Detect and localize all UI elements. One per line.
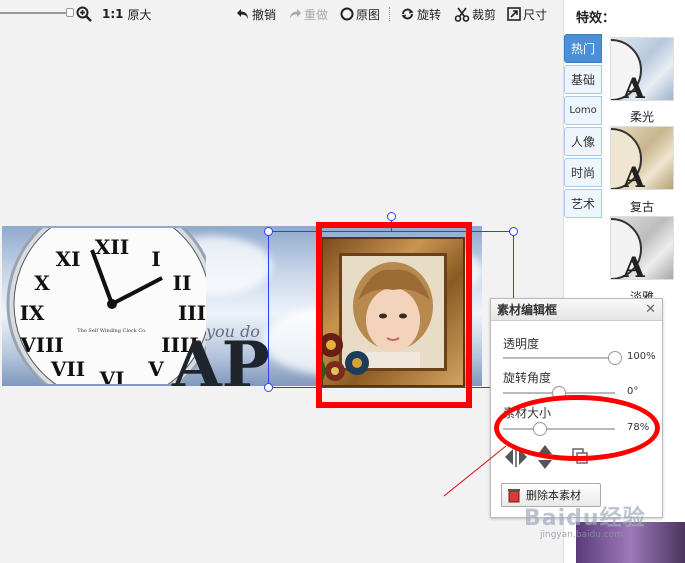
rotation-slider[interactable] — [503, 386, 615, 400]
toolbar: 1:1 原大 撤销 重做 原图 旋转 裁剪 尺寸 — [0, 0, 563, 28]
banner-big-text: AP — [172, 328, 270, 387]
crop-label: 裁剪 — [472, 7, 497, 22]
effect-label-soft-light: 柔光 — [629, 110, 654, 124]
tab-lomo[interactable]: Lomo — [564, 96, 602, 125]
crop-button[interactable]: 裁剪 — [454, 5, 496, 23]
tab-portrait[interactable]: 人像 — [564, 127, 602, 156]
rotate-label: 旋转 — [417, 7, 442, 22]
svg-text:XII: XII — [95, 235, 129, 259]
svg-text:VIII: VIII — [19, 333, 64, 357]
original-image-button[interactable]: 原图 — [340, 5, 380, 23]
tab-art[interactable]: 艺术 — [564, 189, 602, 218]
effect-thumbnail-soft-light[interactable]: A — [610, 37, 674, 101]
rotate-handle[interactable] — [387, 212, 396, 221]
resize-icon — [507, 7, 521, 21]
zoom-in-button[interactable] — [76, 5, 94, 23]
svg-text:III: III — [178, 301, 206, 325]
zoom-slider[interactable] — [0, 12, 70, 14]
svg-text:IX: IX — [20, 301, 45, 325]
svg-text:A: A — [622, 251, 646, 280]
scissors-icon — [454, 7, 470, 22]
zoom-in-icon — [76, 6, 92, 22]
size-label: 尺寸 — [523, 7, 548, 22]
svg-text:V: V — [147, 357, 164, 381]
svg-text:XI: XI — [56, 247, 81, 271]
clock-thumbnail-image: A — [611, 39, 646, 101]
svg-text:VII: VII — [50, 357, 85, 381]
svg-text:A: A — [622, 161, 646, 190]
annotation-arrow — [443, 445, 507, 497]
svg-text:VI: VI — [99, 367, 125, 384]
effect-thumbnail-elegant[interactable]: A — [610, 216, 674, 280]
undo-button[interactable]: 撤销 — [236, 5, 276, 23]
undo-icon — [237, 9, 248, 19]
original-label: 原图 — [356, 7, 381, 22]
opacity-label: 透明度 — [503, 337, 540, 351]
tab-fashion[interactable]: 时尚 — [564, 158, 602, 187]
rotate-icon — [401, 8, 414, 20]
redo-label: 重做 — [304, 7, 329, 22]
svg-text:A: A — [622, 72, 646, 101]
opacity-slider[interactable] — [503, 351, 622, 365]
tab-popular[interactable]: 热门 — [564, 34, 602, 63]
annotation-rectangle — [316, 222, 472, 408]
effect-thumbnail-retro[interactable]: A — [610, 126, 674, 190]
actual-size-label: 原大 — [127, 7, 152, 22]
watermark-text: Baidu经验 — [524, 506, 646, 531]
resize-handle-top-right[interactable] — [509, 227, 518, 236]
redo-icon — [290, 9, 301, 19]
close-icon[interactable]: ✕ — [645, 302, 656, 317]
dialog-title: 素材编辑框 — [497, 303, 558, 317]
clock-thumbnail-image: A — [611, 128, 646, 190]
zoom-slider-handle[interactable] — [66, 8, 74, 17]
clock-caption: The Self Winding Clock Co. — [77, 328, 147, 334]
rotation-value: 0° — [627, 386, 639, 397]
effects-panel-title: 特效： — [576, 11, 616, 26]
rotation-label: 旋转角度 — [503, 371, 552, 385]
svg-text:II: II — [173, 271, 192, 295]
editor-page: 1:1 原大 撤销 重做 原图 旋转 裁剪 尺寸 特效： 热门 基础 Lomo … — [0, 0, 685, 563]
size-button[interactable]: 尺寸 — [507, 5, 547, 23]
annotation-ellipse — [494, 395, 660, 461]
watermark-subtext: jingyan.baidu.com — [540, 530, 624, 540]
tab-basic[interactable]: 基础 — [564, 65, 602, 94]
effect-label-retro: 复古 — [629, 200, 654, 214]
resize-handle-bottom-left[interactable] — [264, 383, 273, 392]
clock-thumbnail-image: A — [611, 218, 646, 280]
rotate-button[interactable]: 旋转 — [400, 5, 441, 23]
svg-text:X: X — [34, 271, 50, 295]
actual-size-button[interactable]: 1:1 原大 — [102, 5, 152, 23]
effects-tabs: 热门 基础 Lomo 人像 时尚 艺术 — [564, 34, 604, 220]
opacity-value: 100% — [627, 351, 656, 362]
redo-button[interactable]: 重做 — [288, 5, 328, 23]
svg-text:I: I — [151, 247, 160, 271]
opacity-slider-knob[interactable] — [608, 351, 622, 365]
actual-size-ratio: 1:1 — [102, 7, 124, 21]
dialog-header: 素材编辑框 ✕ — [491, 299, 662, 321]
toolbar-divider — [389, 7, 390, 21]
resize-handle-top-left[interactable] — [264, 227, 273, 236]
original-circle-icon — [340, 7, 354, 21]
undo-label: 撤销 — [252, 7, 277, 22]
